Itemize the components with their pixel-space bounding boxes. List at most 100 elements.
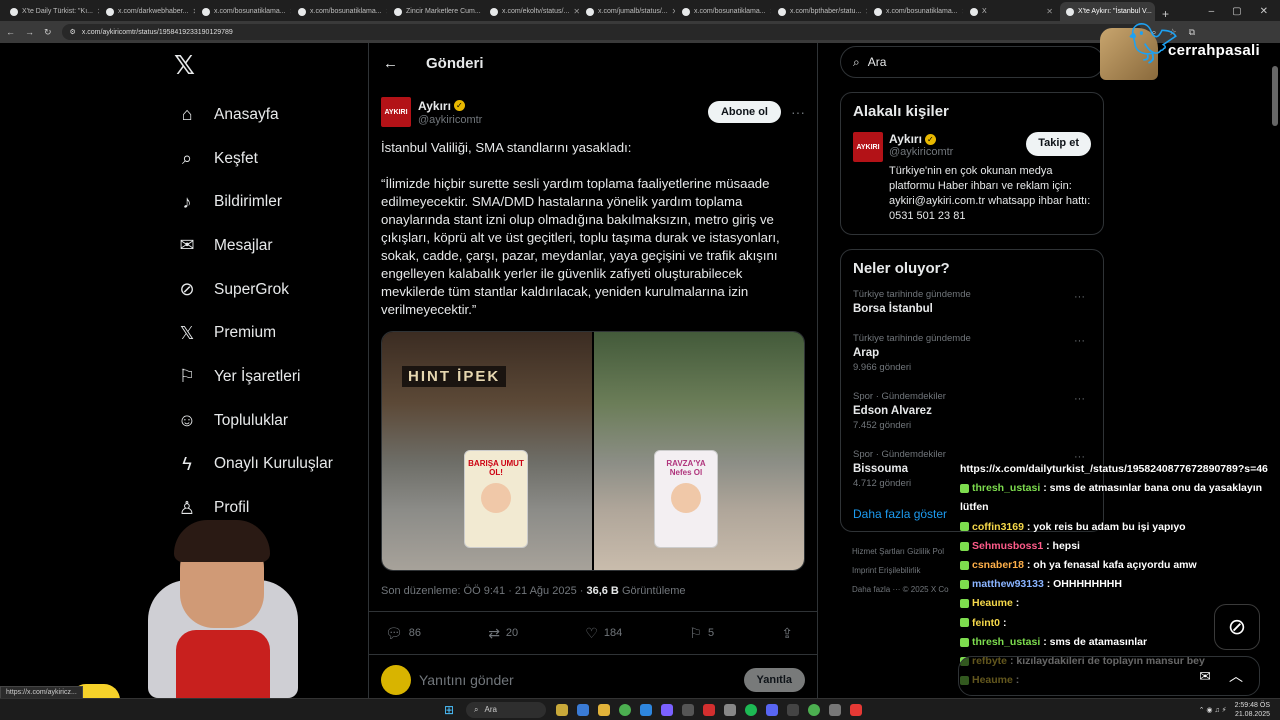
browser-tab[interactable]: x.com/bosunatiklama... ✕ [868,2,963,21]
close-tab-icon[interactable]: ✕ [865,7,867,16]
subscribe-button[interactable]: Abone ol [707,101,781,123]
follow-button[interactable]: Takip et [1026,132,1091,156]
trend-topic: Borsa İstanbul [853,303,933,315]
related-avatar[interactable]: AYKIRI [853,132,883,162]
url-field[interactable]: ⚙ x.com/aykiricomtr/status/1958419233190… [61,24,1142,40]
file-explorer-icon[interactable] [598,703,610,716]
chrome-icon[interactable] [619,703,631,716]
close-tab-icon[interactable]: ✕ [962,7,963,16]
tray-icons[interactable]: ⌃ ◉ ♫ ⚡ [1199,706,1227,714]
nav-item[interactable]: 𝕏 Premium [168,311,368,355]
nav-item[interactable]: ϟ Onaylı Kuruluşlar [168,443,368,487]
app-icon[interactable] [556,703,568,716]
reply-input[interactable]: Yanıtını gönder [419,672,514,688]
browser-tab[interactable]: x.com/bosunatiklama... ✕ [196,2,291,21]
nav-item[interactable]: ⌂ Anasayfa [168,93,368,137]
close-window-icon[interactable]: ✕ [1260,6,1268,17]
bookmark-action[interactable]: ⚐ 5 [689,625,714,642]
author-avatar[interactable]: AYKIRI [381,97,411,127]
new-tab-icon[interactable]: + [1156,7,1175,21]
related-handle[interactable]: @aykiricomtr [889,146,953,158]
browser-tab[interactable]: x.com/bosunatiklama... ✕ [676,2,771,21]
close-tab-icon[interactable]: ✕ [290,7,291,16]
browser-tab[interactable]: x.com/bosunatiklama... ✕ [292,2,387,21]
app-icon[interactable] [787,703,799,716]
browser-tab[interactable]: x.com/bpthaber/statu...✕ [772,2,867,21]
app-icon[interactable] [577,703,589,716]
tab-title: X'te Daily Türkist: "Kı... [22,8,93,15]
trend-more-icon[interactable]: ··· [1074,335,1085,347]
close-tab-icon[interactable]: ✕ [386,7,387,16]
minimize-icon[interactable]: – [1209,6,1215,17]
taskbar-search[interactable]: ⌕ Ara [466,701,546,718]
close-tab-icon[interactable]: ✕ [573,7,579,16]
related-name[interactable]: Aykırı [889,132,922,146]
app-icon[interactable] [829,703,841,716]
post-timestamp[interactable]: Son düzenleme: ÖÖ 9:41 · 21 Ağu 2025 · [381,585,586,597]
repost-action[interactable]: ⇄ 20 [488,625,518,642]
nav-item[interactable]: ♪ Bildirimler [168,180,368,224]
messages-drawer[interactable]: ✉ ︿ [958,656,1260,696]
nav-item[interactable]: ⌕ Keşfet [168,137,368,181]
clock[interactable]: 2:59:48 ÖS 21.08.2025 [1235,701,1270,719]
browser-tab[interactable]: X'te Aykırı: "İstanbul V...✕ [1060,2,1155,21]
app-icon[interactable] [661,703,673,716]
maximize-icon[interactable]: ▢ [1232,6,1241,17]
nav-item[interactable]: ⊘ SuperGrok [168,268,368,312]
trend-item[interactable]: Spor · Gündemdekiler Edson Alvarez 7.452 g… [853,391,1091,431]
page-scrollbar[interactable] [1272,46,1278,696]
post-photo-1[interactable]: HINT İPEK BARIŞA UMUT OL! [382,332,592,570]
nav-item[interactable]: ✉ Mesajlar [168,224,368,268]
grok-button[interactable]: ⊘ [1214,604,1260,650]
browser-tab[interactable]: X ✕ [964,2,1059,21]
more-options-icon[interactable]: ··· [791,104,805,120]
forward-icon[interactable]: → [25,27,34,37]
browser-tab[interactable]: x.com/jumalb/status/... ✕ [580,2,675,21]
app-icon[interactable] [682,703,694,716]
reply-button[interactable]: Yanıtla [743,668,805,692]
discord-icon[interactable] [766,703,778,716]
trend-more-icon[interactable]: ··· [1074,393,1085,405]
close-tab-icon[interactable]: ✕ [1046,7,1053,16]
browser-tab[interactable]: x.com/ekoltv/status/... ✕ [484,2,579,21]
app-icon[interactable] [724,703,736,716]
reply-action[interactable]: 💬︎ 86 [385,625,421,642]
trend-item[interactable]: Türkiye tarihinde gündemde Arap 9.966 gönd… [853,333,1091,373]
author-name[interactable]: Aykırı [418,99,451,113]
close-tab-icon[interactable]: ✕ [770,7,771,16]
chat-username: feint0 [972,616,1001,629]
chrome-icon[interactable] [808,703,820,716]
close-tab-icon[interactable]: ✕ [672,7,675,16]
app-icon[interactable] [850,703,862,716]
new-message-icon[interactable]: ✉ [1199,668,1211,685]
nav-item[interactable]: ⚐ Yer İşaretleri [168,355,368,399]
back-icon[interactable]: ← [6,27,15,37]
windows-start-icon[interactable]: ⊞ [444,703,458,717]
browser-tab[interactable]: X'te Daily Türkist: "Kı... ✕ [4,2,99,21]
spotify-icon[interactable] [745,703,757,716]
app-icon[interactable] [703,703,715,716]
expand-icon[interactable]: ︿ [1229,666,1243,686]
like-action[interactable]: ♡ 184 [585,625,622,642]
share-action[interactable]: ⇪ [781,625,793,642]
user-avatar[interactable] [381,665,411,695]
site-info-icon[interactable]: ⚙ [70,28,76,36]
close-tab-icon[interactable]: ✕ [97,7,99,16]
close-tab-icon[interactable]: ✕ [192,7,195,16]
nav-label: SuperGrok [214,280,289,298]
post-photo-2[interactable]: RAVZA'YA Nefes Ol [594,332,804,570]
author-handle[interactable]: @aykiricomtr [418,114,482,126]
reload-icon[interactable]: ↻ [44,27,52,38]
edge-icon[interactable] [640,703,652,716]
trend-more-icon[interactable]: ··· [1074,291,1085,303]
browser-tab[interactable]: Zincir Marketlere Cum... ✕ [388,2,483,21]
nav-icon: ⚐ [178,366,196,387]
nav-item[interactable]: ☺ Topluluklar [168,399,368,443]
search-input[interactable]: ⌕ Ara [840,46,1104,78]
trend-item[interactable]: Türkiye tarihinde gündemde Borsa İstanbul… [853,289,1091,315]
view-count: 36,6 B [586,585,619,597]
x-logo-icon[interactable]: 𝕏 [174,50,368,81]
back-arrow-icon[interactable]: ← [383,55,398,72]
browser-tab[interactable]: x.com/darkwebhaber...✕ [100,2,195,21]
post-media[interactable]: HINT İPEK BARIŞA UMUT OL! RAVZA'YA Nefes… [381,331,805,571]
